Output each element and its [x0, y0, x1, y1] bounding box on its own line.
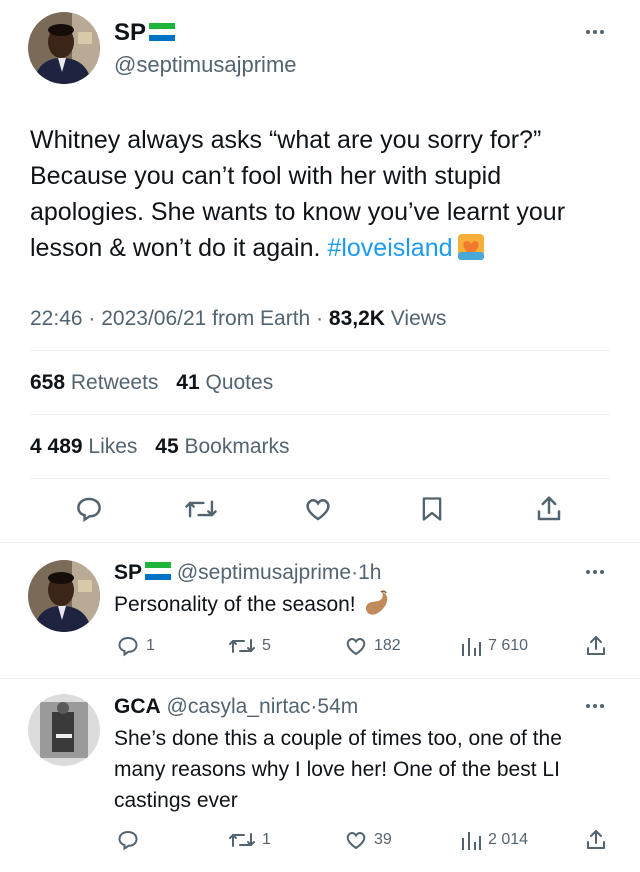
reply-action-bar: 1 5 182 7 610: [0, 632, 640, 660]
more-options-icon[interactable]: [586, 570, 604, 574]
bookmark-icon[interactable]: [418, 494, 446, 524]
quotes-count: 41: [176, 371, 200, 394]
divider: [30, 414, 610, 415]
divider: [0, 678, 640, 679]
tweet-action-bar: [0, 494, 640, 534]
like-button[interactable]: 39: [344, 826, 392, 854]
reply-text: Personality of the season!: [114, 589, 392, 620]
reply-author-avatar[interactable]: [28, 560, 100, 632]
view-count: 2 014: [488, 831, 529, 848]
meta-separator: ·: [88, 307, 96, 330]
retweet-icon[interactable]: [184, 494, 218, 524]
reply-button[interactable]: 1: [116, 632, 155, 660]
retweets-count: 658: [30, 371, 66, 394]
retweet-icon: [229, 639, 255, 653]
reply-time[interactable]: 1h: [358, 561, 381, 584]
meta-separator: ·: [316, 307, 324, 330]
like-count: 182: [374, 637, 401, 654]
likes-bookmarks-stats: 4 489 Likes 45 Bookmarks: [30, 434, 290, 460]
reply-author-name[interactable]: SP: [114, 561, 142, 584]
views-count: 83,2K: [328, 307, 385, 330]
main-author-avatar[interactable]: [28, 12, 100, 84]
retweet-icon: [229, 833, 255, 847]
reply-body: She’s done this a couple of times too, o…: [114, 727, 562, 812]
retweet-count: 1: [262, 831, 271, 848]
reply-text: She’s done this a couple of times too, o…: [114, 723, 604, 816]
more-options-icon[interactable]: [586, 30, 604, 34]
main-author-handle[interactable]: @septimusajprime: [114, 50, 297, 80]
reply-author-avatar[interactable]: [28, 694, 100, 766]
pinching-hand-emoji-icon: [365, 590, 387, 615]
tweet-time[interactable]: 22:46: [30, 307, 83, 330]
retweet-count: 5: [262, 637, 271, 654]
views-icon: [462, 832, 481, 850]
retweet-button[interactable]: 5: [228, 632, 271, 660]
divider: [30, 478, 610, 479]
reply-icon: [118, 636, 138, 657]
share-icon: [587, 636, 605, 655]
bookmarks-label: Bookmarks: [184, 435, 290, 458]
retweet-button[interactable]: 1: [228, 826, 271, 854]
tweet-text: Whitney always asks “what are you sorry …: [30, 122, 620, 266]
tweet-date[interactable]: 2023/06/21 from Earth: [101, 307, 310, 330]
main-author-name[interactable]: SP: [114, 19, 146, 46]
views-button[interactable]: 2 014: [460, 826, 528, 854]
share-icon: [587, 830, 605, 849]
divider: [0, 542, 640, 543]
share-icon[interactable]: [534, 494, 564, 524]
retweets-label: Retweets: [70, 371, 159, 394]
hashtag-link[interactable]: #loveisland: [327, 234, 452, 262]
quotes-stat[interactable]: 41 Quotes: [176, 371, 273, 394]
like-button[interactable]: 182: [344, 632, 401, 660]
reply-action-bar: 1 39 2 014: [0, 826, 640, 854]
bookmarks-stat[interactable]: 45 Bookmarks: [155, 435, 289, 458]
bookmarks-count: 45: [155, 435, 179, 458]
share-button[interactable]: [584, 632, 608, 660]
reply-author-handle[interactable]: @septimusajprime: [177, 561, 351, 584]
views-label: Views: [390, 307, 447, 330]
like-count: 39: [374, 831, 392, 848]
reply-body: Personality of the season!: [114, 593, 356, 616]
likes-count: 4 489: [30, 435, 83, 458]
like-icon: [346, 638, 366, 656]
sierra-leone-flag-icon: [145, 562, 172, 580]
share-button[interactable]: [584, 826, 608, 854]
views-button[interactable]: 7 610: [460, 632, 528, 660]
reply-author-name[interactable]: GCA: [114, 695, 161, 718]
reply-icon: [118, 830, 138, 851]
tweet-body: Whitney always asks “what are you sorry …: [30, 126, 566, 262]
reply-button[interactable]: [116, 826, 146, 854]
reply-header: GCA @casyla_nirtac·54m: [114, 694, 358, 720]
love-island-heart-emoji-icon: [457, 234, 484, 260]
sierra-leone-flag-icon: [149, 23, 176, 41]
view-count: 7 610: [488, 637, 529, 654]
quotes-label: Quotes: [205, 371, 274, 394]
retweet-quote-stats: 658 Retweets 41 Quotes: [30, 370, 273, 396]
more-options-icon[interactable]: [586, 704, 604, 708]
views-icon: [462, 638, 481, 656]
divider: [30, 350, 610, 351]
reply-author-handle[interactable]: @casyla_nirtac: [167, 695, 311, 718]
reply-icon[interactable]: [74, 494, 104, 524]
likes-label: Likes: [88, 435, 138, 458]
reply-count: 1: [146, 637, 155, 654]
likes-stat[interactable]: 4 489 Likes: [30, 435, 137, 458]
like-icon[interactable]: [302, 494, 334, 524]
like-icon: [346, 832, 366, 850]
reply-time[interactable]: 54m: [317, 695, 358, 718]
reply-header: SP @septimusajprime·1h: [114, 560, 381, 586]
tweet-meta: 22:46 · 2023/06/21 from Earth · 83,2K Vi…: [30, 306, 446, 332]
retweets-stat[interactable]: 658 Retweets: [30, 371, 158, 394]
main-author-name-row[interactable]: SP: [114, 18, 297, 48]
